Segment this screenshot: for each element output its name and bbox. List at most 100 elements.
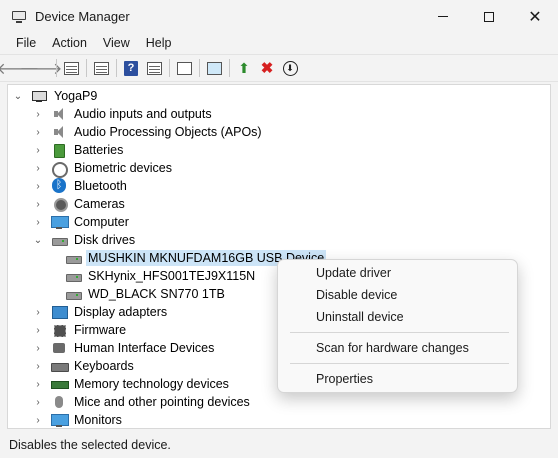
tree-item-wd-black[interactable]: WD_BLACK SN770 1TB (61, 285, 227, 303)
collapsed-chevron-icon[interactable]: › (33, 163, 43, 174)
tree-item-label: Mice and other pointing devices (74, 395, 250, 409)
collapsed-chevron-icon[interactable]: › (33, 127, 43, 138)
tree-item-label: Human Interface Devices (74, 341, 215, 355)
tree-item-batteries[interactable]: › Batteries (33, 141, 125, 159)
collapsed-chevron-icon[interactable]: › (33, 397, 43, 408)
tree-item-label: Bluetooth (74, 179, 127, 193)
collapsed-chevron-icon[interactable]: › (33, 325, 43, 336)
tree-item-label: Firmware (74, 323, 127, 337)
tree-item-biometric[interactable]: › Biometric devices (33, 159, 174, 178)
maximize-icon (484, 11, 494, 22)
collapsed-chevron-icon[interactable]: › (33, 181, 43, 192)
tree-item-label: Audio Processing Objects (APOs) (74, 125, 262, 139)
tree-item-label: Keyboards (74, 359, 134, 373)
properties-icon (93, 61, 109, 75)
scan-hardware-button[interactable] (204, 58, 224, 78)
menu-view[interactable]: View (95, 36, 138, 50)
collapsed-chevron-icon[interactable]: › (33, 361, 43, 372)
tree-item-label: Disk drives (74, 233, 136, 247)
expanded-chevron-icon[interactable]: ⌄ (13, 91, 23, 102)
collapsed-chevron-icon[interactable]: › (33, 307, 43, 318)
tree-item-hid[interactable]: › Human Interface Devices (33, 339, 216, 357)
expanded-chevron-icon[interactable]: ⌄ (33, 235, 43, 246)
disable-device-button[interactable]: ⬇ (280, 58, 300, 78)
action-pane-button[interactable] (144, 58, 164, 78)
menu-bar: File Action View Help (0, 33, 558, 53)
battery-icon (51, 143, 67, 158)
monitor-icon (51, 215, 69, 229)
collapsed-chevron-icon[interactable]: › (33, 379, 43, 390)
disk-drive-icon (65, 287, 82, 301)
disk-drive-icon (65, 269, 82, 283)
tree-item-display-adapters[interactable]: › Display adapters (33, 303, 169, 321)
tree-item-label: Monitors (74, 413, 122, 427)
maximize-button[interactable] (466, 0, 512, 33)
close-icon: ✕ (528, 8, 542, 26)
speaker-icon (51, 125, 67, 139)
device-manager-icon (11, 10, 27, 24)
tree-item-label: Cameras (74, 197, 125, 211)
tree-item-audio-inputs[interactable]: › Audio inputs and outputs (33, 105, 214, 123)
forward-button[interactable]: 🡒 (20, 58, 63, 78)
tree-item-mice[interactable]: › Mice and other pointing devices (33, 393, 252, 411)
tree-item-bluetooth[interactable]: › Bluetooth (33, 177, 129, 195)
menu-help[interactable]: Help (138, 36, 180, 50)
tree-item-label: WD_BLACK SN770 1TB (88, 287, 225, 301)
context-menu: Update driver Disable device Uninstall d… (277, 259, 518, 393)
enable-device-button[interactable]: ⬆ (234, 58, 254, 78)
collapsed-chevron-icon[interactable]: › (33, 145, 43, 156)
tree-item-disk-drives[interactable]: ⌄ Disk drives (33, 231, 137, 249)
menu-file[interactable]: File (8, 36, 44, 50)
help-icon: ? (124, 60, 138, 76)
tree-item-label: Audio inputs and outputs (74, 107, 212, 121)
bluetooth-icon (51, 178, 67, 193)
tree-item-cameras[interactable]: › Cameras (33, 195, 127, 213)
close-button[interactable]: ✕ (512, 0, 558, 33)
tree-item-label: Memory technology devices (74, 377, 229, 391)
status-bar: Disables the selected device. (0, 432, 558, 458)
context-uninstall-device[interactable]: Uninstall device (316, 310, 404, 324)
fingerprint-icon (51, 161, 68, 178)
tree-root[interactable]: ⌄ YogaP9 (13, 87, 99, 105)
down-arrow-circle-icon: ⬇ (282, 60, 298, 76)
tree-item-label: SKHynix_HFS001TEJ9X115N (88, 269, 256, 283)
update-driver-button[interactable] (174, 58, 194, 78)
memory-card-icon (51, 377, 69, 391)
tree-item-computer[interactable]: › Computer (33, 213, 131, 231)
tree-item-monitors[interactable]: › Monitors (33, 411, 124, 428)
menu-action[interactable]: Action (44, 36, 95, 50)
tree-item-skhynix[interactable]: SKHynix_HFS001TEJ9X115N (61, 267, 257, 285)
show-hide-console-tree-button[interactable] (61, 58, 81, 78)
toolbar-separator (199, 59, 200, 77)
context-properties[interactable]: Properties (316, 372, 373, 386)
collapsed-chevron-icon[interactable]: › (33, 217, 43, 228)
tree-root-label: YogaP9 (54, 89, 98, 103)
context-disable-device[interactable]: Disable device (316, 288, 397, 302)
toolbar-separator (229, 59, 230, 77)
update-driver-icon (176, 61, 192, 75)
tree-item-keyboards[interactable]: › Keyboards (33, 357, 136, 375)
action-pane-icon (146, 61, 162, 75)
tree-item-firmware[interactable]: › Firmware (33, 321, 128, 339)
collapsed-chevron-icon[interactable]: › (33, 109, 43, 120)
context-scan-hardware[interactable]: Scan for hardware changes (316, 341, 469, 355)
tree-item-memory-tech[interactable]: › Memory technology devices (33, 375, 231, 393)
minimize-button[interactable] (420, 0, 466, 33)
collapsed-chevron-icon[interactable]: › (33, 199, 43, 210)
title-bar: Device Manager ✕ (0, 0, 558, 33)
tree-item-apos[interactable]: › Audio Processing Objects (APOs) (33, 123, 264, 141)
firmware-chip-icon (51, 323, 67, 337)
help-button[interactable]: ? (121, 58, 141, 78)
camera-icon (51, 197, 68, 212)
speaker-icon (51, 107, 67, 121)
window-title: Device Manager (35, 9, 130, 24)
enable-device-icon: ⬆ (238, 59, 250, 76)
uninstall-device-button[interactable]: ✖ (257, 58, 277, 78)
properties-button[interactable] (91, 58, 111, 78)
collapsed-chevron-icon[interactable]: › (33, 343, 43, 354)
collapsed-chevron-icon[interactable]: › (33, 415, 43, 426)
window-controls: ✕ (420, 0, 558, 33)
minimize-icon (438, 16, 448, 17)
tree-item-label: Display adapters (74, 305, 168, 319)
context-update-driver[interactable]: Update driver (316, 266, 391, 280)
